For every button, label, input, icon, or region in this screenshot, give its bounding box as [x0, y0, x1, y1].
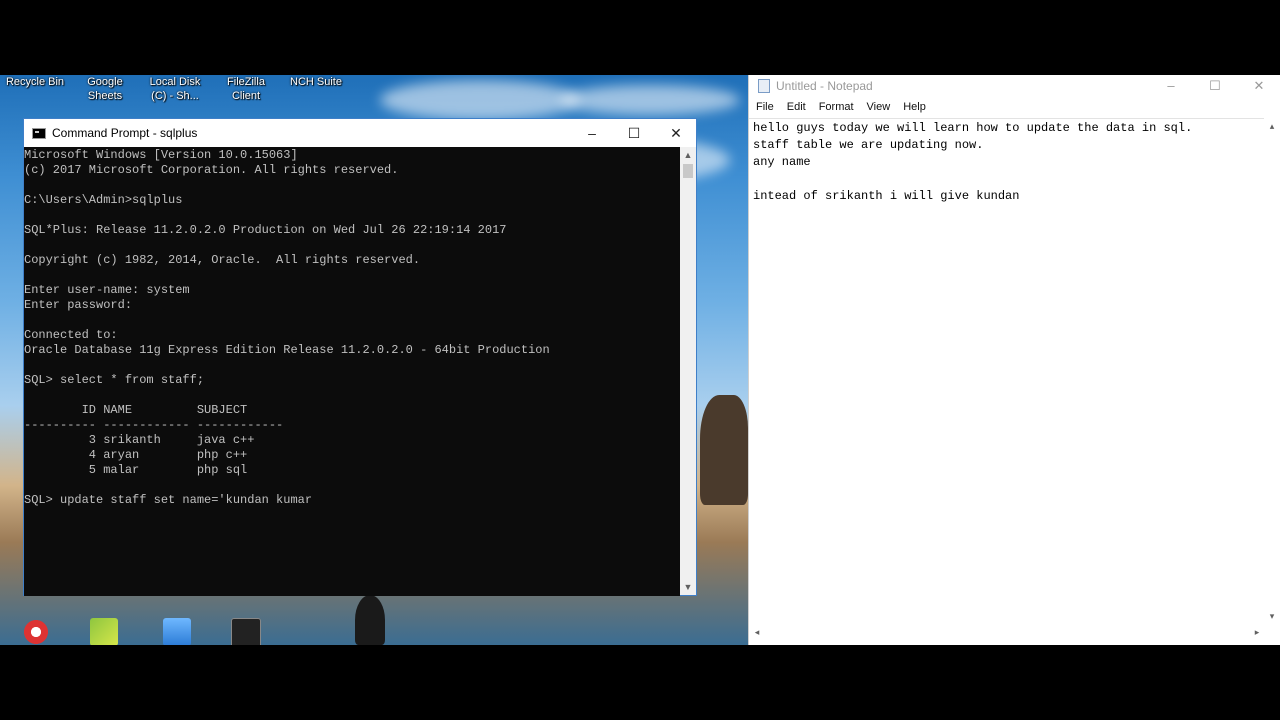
text-line: SQL> update staff set name='kundan kumar	[24, 493, 313, 507]
rock	[700, 395, 748, 505]
cmd-app-icon	[32, 127, 46, 139]
ccleaner-icon[interactable]	[22, 618, 50, 645]
text-line	[24, 178, 680, 193]
icon-label: FileZilla Client	[227, 76, 265, 102]
menu-view[interactable]: View	[867, 101, 891, 113]
console-output[interactable]: Microsoft Windows [Version 10.0.15063] (c…	[24, 147, 680, 596]
cmd-scrollbar[interactable]: ▲ ▼	[680, 147, 696, 595]
desktop-icon-filezilla[interactable]: FileZilla Client	[214, 75, 278, 103]
text-line	[24, 268, 680, 283]
text-line: intead of srikanth i will give kundan	[753, 189, 1020, 203]
text-line: staff table we are updating now.	[753, 138, 984, 152]
text-line: ---------- ------------ ------------	[24, 418, 284, 432]
text-line: Copyright (c) 1982, 2014, Oracle. All ri…	[24, 253, 421, 267]
text-line	[753, 171, 1261, 188]
menu-file[interactable]: File	[756, 101, 774, 113]
minimize-button[interactable]: –	[570, 119, 614, 147]
cloud	[560, 85, 740, 115]
text-line	[24, 208, 680, 223]
icon-label: NCH Suite	[290, 76, 342, 88]
minimize-button[interactable]: –	[1149, 75, 1193, 96]
menu-edit[interactable]: Edit	[787, 101, 806, 113]
silhouette	[355, 595, 385, 645]
cloud	[380, 80, 580, 120]
notepad-menubar: File Edit Format View Help	[749, 96, 1280, 118]
scroll-left-icon[interactable]: ◂	[749, 624, 765, 640]
icon-label: Local Disk (C) - Sh...	[149, 76, 201, 102]
scroll-up-icon[interactable]: ▴	[1264, 118, 1280, 134]
text-line: Enter user-name: system	[24, 283, 190, 297]
scroll-right-icon[interactable]: ▸	[1249, 624, 1265, 640]
text-line: 4 aryan php c++	[24, 448, 248, 462]
notepad-window[interactable]: Untitled - Notepad – ☐ ✕ File Edit Forma…	[748, 75, 1280, 645]
text-line: (c) 2017 Microsoft Corporation. All righ…	[24, 163, 399, 177]
desktop-icon-google-sheets[interactable]: Google Sheets	[73, 75, 137, 103]
maximize-button[interactable]: ☐	[1193, 75, 1237, 96]
text-line: any name	[753, 155, 811, 169]
scroll-down-icon[interactable]: ▾	[1264, 608, 1280, 624]
text-line	[24, 358, 680, 373]
text-line	[24, 478, 680, 493]
desktop-icon-nch-suite[interactable]: NCH Suite	[284, 75, 348, 89]
desktop-icon-recycle-bin[interactable]: Recycle Bin	[3, 75, 67, 89]
text-line: Connected to:	[24, 328, 118, 342]
desktop-icon-local-disk[interactable]: Local Disk (C) - Sh...	[143, 75, 207, 103]
text-line: SQL> select * from staff;	[24, 373, 205, 387]
text-line: Oracle Database 11g Express Edition Rele…	[24, 343, 550, 357]
maximize-button[interactable]: ☐	[612, 119, 656, 147]
notepad-title: Untitled - Notepad	[776, 78, 873, 93]
text-line: 5 malar php sql	[24, 463, 248, 477]
command-prompt-window[interactable]: Command Prompt - sqlplus – ☐ ✕ Microsoft…	[23, 118, 697, 596]
notepad-titlebar[interactable]: Untitled - Notepad – ☐ ✕	[749, 75, 1280, 96]
text-line: C:\Users\Admin>sqlplus	[24, 193, 183, 207]
notepad-vertical-scrollbar[interactable]: ▴ ▾	[1264, 118, 1280, 624]
notepad-app-icon	[758, 78, 770, 93]
notepad-horizontal-scrollbar[interactable]: ◂ ▸	[749, 624, 1265, 640]
icon-label: Google Sheets	[87, 76, 123, 102]
text-line: Microsoft Windows [Version 10.0.15063]	[24, 148, 298, 162]
app-shortcut-icon[interactable]	[90, 618, 118, 645]
menu-format[interactable]: Format	[819, 101, 854, 113]
scroll-up-icon[interactable]: ▲	[680, 147, 696, 163]
text-line	[24, 238, 680, 253]
icon-label: Recycle Bin	[5, 76, 65, 88]
cmd-titlebar[interactable]: Command Prompt - sqlplus – ☐ ✕	[24, 119, 696, 147]
text-line: ID NAME SUBJECT	[24, 403, 248, 417]
scroll-down-icon[interactable]: ▼	[680, 579, 696, 595]
text-line	[24, 313, 680, 328]
notepad-text-area[interactable]: hello guys today we will learn how to up…	[749, 118, 1265, 624]
text-line: SQL*Plus: Release 11.2.0.2.0 Production …	[24, 223, 507, 237]
cmd-title: Command Prompt - sqlplus	[52, 126, 198, 140]
app-shortcut-icon[interactable]	[163, 618, 191, 645]
close-button[interactable]: ✕	[654, 119, 698, 147]
scroll-thumb[interactable]	[683, 164, 693, 178]
text-line	[24, 388, 680, 403]
close-button[interactable]: ✕	[1237, 75, 1280, 96]
text-line: hello guys today we will learn how to up…	[753, 121, 1193, 135]
text-line: Enter password:	[24, 298, 133, 312]
text-line: 3 srikanth java c++	[24, 433, 255, 447]
menu-help[interactable]: Help	[903, 101, 926, 113]
app-shortcut-icon[interactable]	[231, 618, 261, 645]
